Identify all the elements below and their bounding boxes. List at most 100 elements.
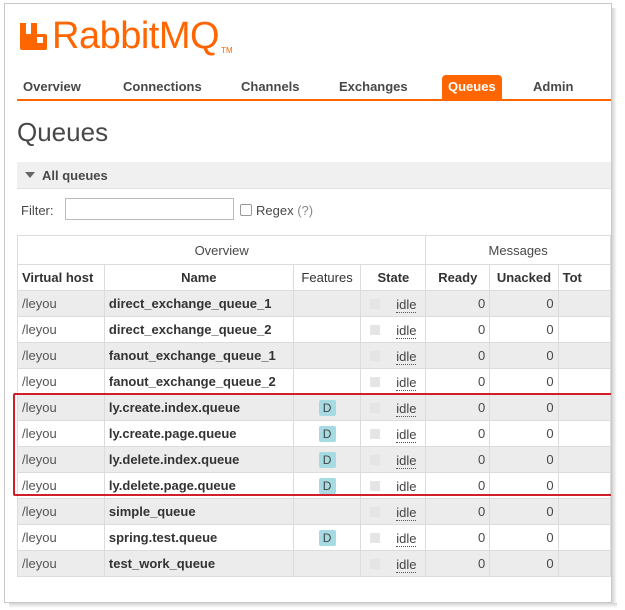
row-state-label: idle — [396, 296, 417, 313]
col-virtual-host[interactable]: Virtual host — [17, 264, 105, 291]
all-queues-section-header[interactable]: All queues — [17, 162, 611, 189]
row-state: idle — [360, 524, 427, 551]
regex-help-link[interactable]: (?) — [297, 203, 313, 218]
row-unacked: 0 — [489, 524, 559, 551]
col-total[interactable]: Tot — [557, 264, 611, 291]
row-vhost: /leyou — [17, 316, 105, 343]
row-ready: 0 — [425, 368, 491, 395]
row-vhost: /leyou — [17, 342, 105, 369]
row-total — [557, 368, 611, 395]
row-queue-name-link[interactable]: fanout_exchange_queue_1 — [103, 342, 294, 369]
row-ready: 0 — [425, 498, 491, 525]
row-queue-name-link[interactable]: spring.test.queue — [103, 524, 294, 551]
row-total — [557, 316, 611, 343]
row-features: D — [292, 524, 362, 551]
table-row[interactable]: /leyou simple_queue idle 0 0 — [17, 498, 611, 525]
frame-shadow-bottom — [9, 603, 617, 608]
row-features — [292, 498, 362, 525]
filter-input[interactable] — [65, 198, 234, 220]
row-vhost: /leyou — [17, 368, 105, 395]
state-indicator-icon — [370, 377, 381, 388]
table-row[interactable]: /leyou test_work_queue idle 0 0 — [17, 550, 611, 577]
regex-label-group: Regex (?) — [256, 203, 313, 218]
frame-shadow-right — [612, 8, 617, 605]
table-row[interactable]: /leyou fanout_exchange_queue_1 idle 0 0 — [17, 342, 611, 369]
section-title: All queues — [42, 168, 108, 183]
col-ready[interactable]: Ready — [425, 264, 491, 291]
regex-checkbox[interactable] — [240, 204, 252, 216]
row-unacked: 0 — [489, 290, 559, 317]
row-state: idle — [360, 498, 427, 525]
row-state-label: idle — [396, 322, 417, 339]
row-state-label: idle — [396, 504, 417, 521]
table-row[interactable]: /leyou direct_exchange_queue_2 idle 0 0 — [17, 316, 611, 343]
table-row[interactable]: /leyou fanout_exchange_queue_2 idle 0 0 — [17, 368, 611, 395]
row-unacked: 0 — [489, 368, 559, 395]
tab-queues[interactable]: Queues — [442, 75, 502, 101]
row-vhost: /leyou — [17, 550, 105, 577]
row-features — [292, 290, 362, 317]
app-window: RabbitMQ TM Overview Connections Channel… — [4, 3, 612, 603]
row-state-label: idle — [396, 348, 417, 365]
row-unacked: 0 — [489, 498, 559, 525]
row-ready: 0 — [425, 290, 491, 317]
main-nav: Overview Connections Channels Exchanges … — [17, 75, 611, 101]
durable-badge: D — [318, 529, 336, 546]
row-ready: 0 — [425, 342, 491, 369]
state-indicator-icon — [370, 351, 381, 362]
trademark-mark: TM — [221, 46, 233, 55]
row-queue-name-link[interactable]: fanout_exchange_queue_2 — [103, 368, 294, 395]
col-name[interactable]: Name — [103, 264, 294, 291]
row-ready: 0 — [425, 550, 491, 577]
col-state[interactable]: State — [360, 264, 427, 291]
filter-label: Filter: — [21, 203, 54, 218]
row-total — [557, 524, 611, 551]
tab-connections[interactable]: Connections — [123, 75, 202, 101]
tab-admin[interactable]: Admin — [533, 75, 573, 101]
row-queue-name-link[interactable]: direct_exchange_queue_1 — [103, 290, 294, 317]
state-indicator-icon — [370, 559, 381, 570]
row-queue-name-link[interactable]: test_work_queue — [103, 550, 294, 577]
collapse-triangle-icon[interactable] — [25, 172, 35, 178]
row-vhost: /leyou — [17, 498, 105, 525]
row-queue-name-link[interactable]: simple_queue — [103, 498, 294, 525]
tab-channels[interactable]: Channels — [241, 75, 300, 101]
state-indicator-icon — [370, 299, 381, 310]
row-total — [557, 550, 611, 577]
group-header-overview: Overview — [16, 235, 427, 265]
logo-wordmark: RabbitMQ — [52, 15, 220, 57]
col-unacked[interactable]: Unacked — [489, 264, 559, 291]
row-features — [292, 550, 362, 577]
state-indicator-icon — [370, 507, 381, 518]
row-ready: 0 — [425, 316, 491, 343]
row-ready: 0 — [425, 524, 491, 551]
tab-exchanges[interactable]: Exchanges — [339, 75, 408, 101]
row-features — [292, 368, 362, 395]
row-state: idle — [360, 368, 427, 395]
row-state-label: idle — [396, 374, 417, 391]
row-features — [292, 342, 362, 369]
row-total — [557, 342, 611, 369]
row-total — [557, 498, 611, 525]
row-state: idle — [360, 290, 427, 317]
col-features: Features — [292, 264, 362, 291]
table-row[interactable]: /leyou spring.test.queue D idle 0 0 — [17, 524, 611, 551]
row-features — [292, 316, 362, 343]
row-vhost: /leyou — [17, 524, 105, 551]
row-queue-name-link[interactable]: direct_exchange_queue_2 — [103, 316, 294, 343]
state-indicator-icon — [370, 325, 381, 336]
state-indicator-icon — [370, 533, 381, 544]
row-total — [557, 290, 611, 317]
row-unacked: 0 — [489, 550, 559, 577]
group-header-messages: Messages — [425, 235, 611, 265]
row-state-label: idle — [396, 530, 417, 547]
table-row[interactable]: /leyou direct_exchange_queue_1 idle 0 0 — [17, 290, 611, 317]
tab-overview[interactable]: Overview — [23, 75, 81, 101]
regex-label: Regex — [256, 203, 294, 218]
rabbitmq-logo[interactable]: RabbitMQ TM — [18, 16, 233, 58]
row-state: idle — [360, 342, 427, 369]
row-unacked: 0 — [489, 316, 559, 343]
highlight-box — [13, 393, 611, 496]
row-unacked: 0 — [489, 342, 559, 369]
rabbit-logo-icon — [20, 23, 47, 50]
